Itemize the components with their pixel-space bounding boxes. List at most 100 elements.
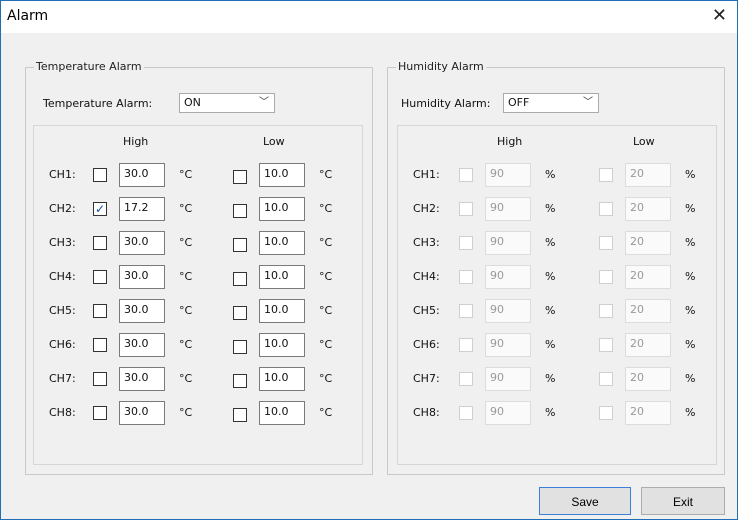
high-humidity-input: 90	[485, 265, 531, 289]
high-alarm-checkbox[interactable]	[93, 270, 107, 284]
low-alarm-checkbox-disabled	[599, 270, 613, 284]
high-alarm-checkbox-disabled	[459, 372, 473, 386]
low-alarm-checkbox-disabled	[599, 406, 613, 420]
high-temperature-input[interactable]: 30.0	[119, 265, 165, 289]
temperature-unit: °C	[179, 236, 193, 249]
high-temperature-input[interactable]: 30.0	[119, 231, 165, 255]
humidity-unit: %	[545, 168, 556, 181]
channel-label: CH8:	[49, 406, 76, 419]
low-temperature-input[interactable]: 10.0	[259, 401, 305, 425]
humidity-unit: %	[545, 270, 556, 283]
low-temperature-input[interactable]: 10.0	[259, 367, 305, 391]
channel-label: CH2:	[413, 202, 440, 215]
high-alarm-checkbox-disabled	[459, 270, 473, 284]
humidity-unit: %	[545, 406, 556, 419]
low-alarm-checkbox-disabled	[599, 202, 613, 216]
temperature-unit: °C	[319, 338, 333, 351]
alarm-dialog: Alarm ✕ Temperature Alarm Temperature Al…	[0, 0, 738, 520]
temperature-unit: °C	[319, 304, 333, 317]
low-temperature-input[interactable]: 10.0	[259, 265, 305, 289]
high-alarm-checkbox[interactable]	[93, 304, 107, 318]
high-temperature-input[interactable]: 17.2	[119, 197, 165, 221]
high-temperature-input[interactable]: 30.0	[119, 401, 165, 425]
temperature-group-title: Temperature Alarm	[34, 60, 144, 73]
high-alarm-checkbox-checked[interactable]: ✓	[93, 202, 107, 216]
low-humidity-input: 20	[625, 231, 671, 255]
humidity-unit: %	[685, 202, 696, 215]
high-temperature-input[interactable]: 30.0	[119, 299, 165, 323]
high-alarm-checkbox-disabled	[459, 168, 473, 182]
high-alarm-checkbox-disabled	[459, 338, 473, 352]
high-humidity-input: 90	[485, 197, 531, 221]
exit-button[interactable]: Exit	[641, 487, 725, 515]
high-humidity-input: 90	[485, 333, 531, 357]
low-temperature-input[interactable]: 10.0	[259, 197, 305, 221]
low-alarm-checkbox[interactable]	[233, 340, 247, 354]
high-humidity-input: 90	[485, 401, 531, 425]
high-temperature-input[interactable]: 30.0	[119, 163, 165, 187]
low-alarm-checkbox-disabled	[599, 372, 613, 386]
humidity-unit: %	[685, 270, 696, 283]
chevron-down-icon: ﹀	[259, 97, 269, 108]
temperature-unit: °C	[319, 168, 333, 181]
channel-label: CH8:	[413, 406, 440, 419]
low-alarm-checkbox[interactable]	[233, 170, 247, 184]
temperature-alarm-select[interactable]: ON ﹀	[179, 93, 275, 113]
low-alarm-checkbox[interactable]	[233, 238, 247, 252]
high-alarm-checkbox[interactable]	[93, 236, 107, 250]
low-alarm-checkbox-disabled	[599, 236, 613, 250]
channel-label: CH2:	[49, 202, 76, 215]
low-humidity-input: 20	[625, 333, 671, 357]
humidity-unit: %	[685, 236, 696, 249]
low-alarm-checkbox-disabled	[599, 304, 613, 318]
temperature-channels-panel	[33, 125, 363, 465]
low-temperature-input[interactable]: 10.0	[259, 231, 305, 255]
humidity-alarm-label: Humidity Alarm:	[401, 97, 491, 110]
humidity-unit: %	[545, 372, 556, 385]
high-alarm-checkbox-disabled	[459, 304, 473, 318]
humidity-high-header: High	[497, 135, 523, 148]
low-humidity-input: 20	[625, 299, 671, 323]
low-alarm-checkbox[interactable]	[233, 374, 247, 388]
low-temperature-input[interactable]: 10.0	[259, 333, 305, 357]
low-alarm-checkbox[interactable]	[233, 272, 247, 286]
humidity-group-title: Humidity Alarm	[396, 60, 486, 73]
humidity-unit: %	[545, 236, 556, 249]
high-alarm-checkbox[interactable]	[93, 338, 107, 352]
temperature-alarm-value: ON	[184, 96, 201, 109]
low-humidity-input: 20	[625, 367, 671, 391]
high-alarm-checkbox[interactable]	[93, 406, 107, 420]
save-button[interactable]: Save	[539, 487, 631, 515]
temperature-unit: °C	[319, 372, 333, 385]
channel-label: CH1:	[413, 168, 440, 181]
low-temperature-input[interactable]: 10.0	[259, 163, 305, 187]
high-alarm-checkbox-disabled	[459, 236, 473, 250]
low-temperature-input[interactable]: 10.0	[259, 299, 305, 323]
humidity-unit: %	[545, 202, 556, 215]
low-alarm-checkbox[interactable]	[233, 306, 247, 320]
close-icon[interactable]: ✕	[712, 5, 727, 26]
humidity-low-header: Low	[633, 135, 655, 148]
high-temperature-input[interactable]: 30.0	[119, 367, 165, 391]
low-alarm-checkbox[interactable]	[233, 408, 247, 422]
high-alarm-checkbox-disabled	[459, 202, 473, 216]
high-alarm-checkbox[interactable]	[93, 168, 107, 182]
channel-label: CH3:	[49, 236, 76, 249]
channel-label: CH6:	[413, 338, 440, 351]
channel-label: CH5:	[49, 304, 76, 317]
temperature-unit: °C	[179, 338, 193, 351]
low-alarm-checkbox[interactable]	[233, 204, 247, 218]
high-alarm-checkbox[interactable]	[93, 372, 107, 386]
high-temperature-input[interactable]: 30.0	[119, 333, 165, 357]
channel-label: CH5:	[413, 304, 440, 317]
temperature-unit: °C	[179, 304, 193, 317]
channel-label: CH1:	[49, 168, 76, 181]
humidity-unit: %	[685, 406, 696, 419]
humidity-alarm-value: OFF	[508, 96, 530, 109]
chevron-down-icon: ﹀	[583, 97, 593, 108]
humidity-alarm-select[interactable]: OFF ﹀	[503, 93, 599, 113]
low-humidity-input: 20	[625, 197, 671, 221]
humidity-unit: %	[545, 338, 556, 351]
low-alarm-checkbox-disabled	[599, 168, 613, 182]
temperature-unit: °C	[179, 406, 193, 419]
